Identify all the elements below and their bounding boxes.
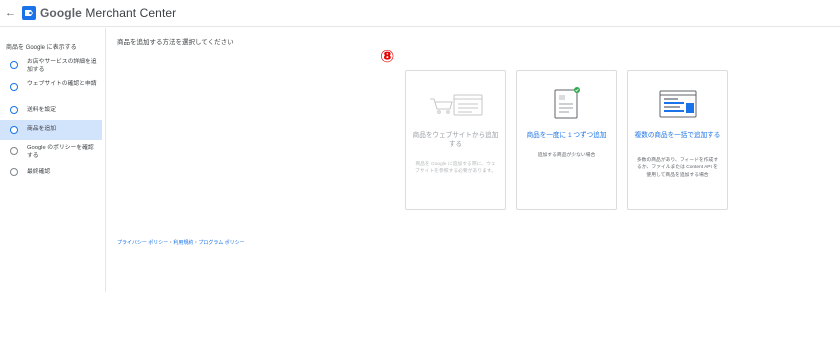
add-from-website-card[interactable]: 商品をウェブサイトから追加する 商品を Google に追加する際に、ウェブサイ… (405, 70, 506, 210)
arrow-back-icon[interactable]: ← (5, 7, 16, 19)
footer-links: プライバシー ポリシー・利用規約・プログラム ポリシー (117, 240, 245, 247)
product-form-icon (554, 87, 580, 119)
app-title: Google Merchant Center (40, 6, 176, 20)
step-radio-icon (10, 126, 18, 134)
annotation-marker: ⑧ (380, 47, 395, 66)
step-radio-icon (10, 83, 18, 91)
card-title: 商品をウェブサイトから追加する (412, 132, 499, 148)
setup-steps-sidebar: 商品を Google に表示する お店やサービスの詳細を追加する ウェブサイトの… (0, 28, 106, 292)
privacy-policy-link[interactable]: プライバシー ポリシー (117, 240, 168, 246)
step-radio-icon (10, 61, 18, 69)
add-one-by-one-card[interactable]: 商品を一度に 1 つずつ追加 追加する商品が少ない場合 (516, 70, 617, 210)
program-policy-link[interactable]: プログラム ポリシー (198, 240, 244, 246)
page-title: 商品を追加する方法を選択してください (117, 39, 234, 46)
step-label: 最終確認 (27, 169, 51, 175)
step-business-details[interactable]: お店やサービスの詳細を追加する (0, 58, 102, 74)
step-website-verification[interactable]: ウェブサイトの確認と申請 (0, 80, 102, 96)
top-app-bar: ← Google Merchant Center (0, 0, 840, 27)
step-label: Google のポリシーを確認する (27, 145, 94, 159)
step-label: ウェブサイトの確認と申請 (27, 81, 97, 87)
card-title: 商品を一度に 1 つずつ追加 (526, 132, 607, 139)
card-description: 商品を Google に追加する際に、ウェブサイトを参照する必要があります。 (414, 162, 497, 175)
sidebar-heading: 商品を Google に表示する (6, 45, 77, 51)
merchant-center-logo-icon (22, 6, 36, 20)
bulk-upload-icon (659, 90, 697, 118)
app-title-brand: Google (40, 6, 82, 20)
app-title-product: Merchant Center (81, 6, 177, 20)
card-description: 追加する商品が少ない場合 (537, 153, 596, 158)
step-shipping[interactable]: 送料を設定 (0, 104, 102, 116)
step-radio-icon (10, 168, 18, 176)
web-store-icon (430, 94, 483, 116)
step-radio-icon (10, 147, 18, 155)
card-title: 複数の商品を一括で追加する (634, 132, 721, 139)
step-label: 送料を設定 (27, 107, 56, 113)
step-radio-icon (10, 106, 18, 114)
terms-link[interactable]: 利用規約 (173, 240, 193, 246)
step-label: お店やサービスの詳細を追加する (27, 59, 97, 73)
step-google-policies[interactable]: Google のポリシーを確認する (0, 144, 102, 160)
bulk-add-card[interactable]: 複数の商品を一括で追加する 多数の商品があり、フィードを作成するか、ファイルまた… (627, 70, 728, 210)
step-add-products[interactable]: 商品を追加 (0, 120, 102, 140)
step-final-review[interactable]: 最終確認 (0, 166, 102, 178)
step-label: 商品を追加 (27, 126, 56, 132)
card-description: 多数の商品があり、フィードを作成するか、ファイルまたは Content API … (636, 158, 719, 178)
